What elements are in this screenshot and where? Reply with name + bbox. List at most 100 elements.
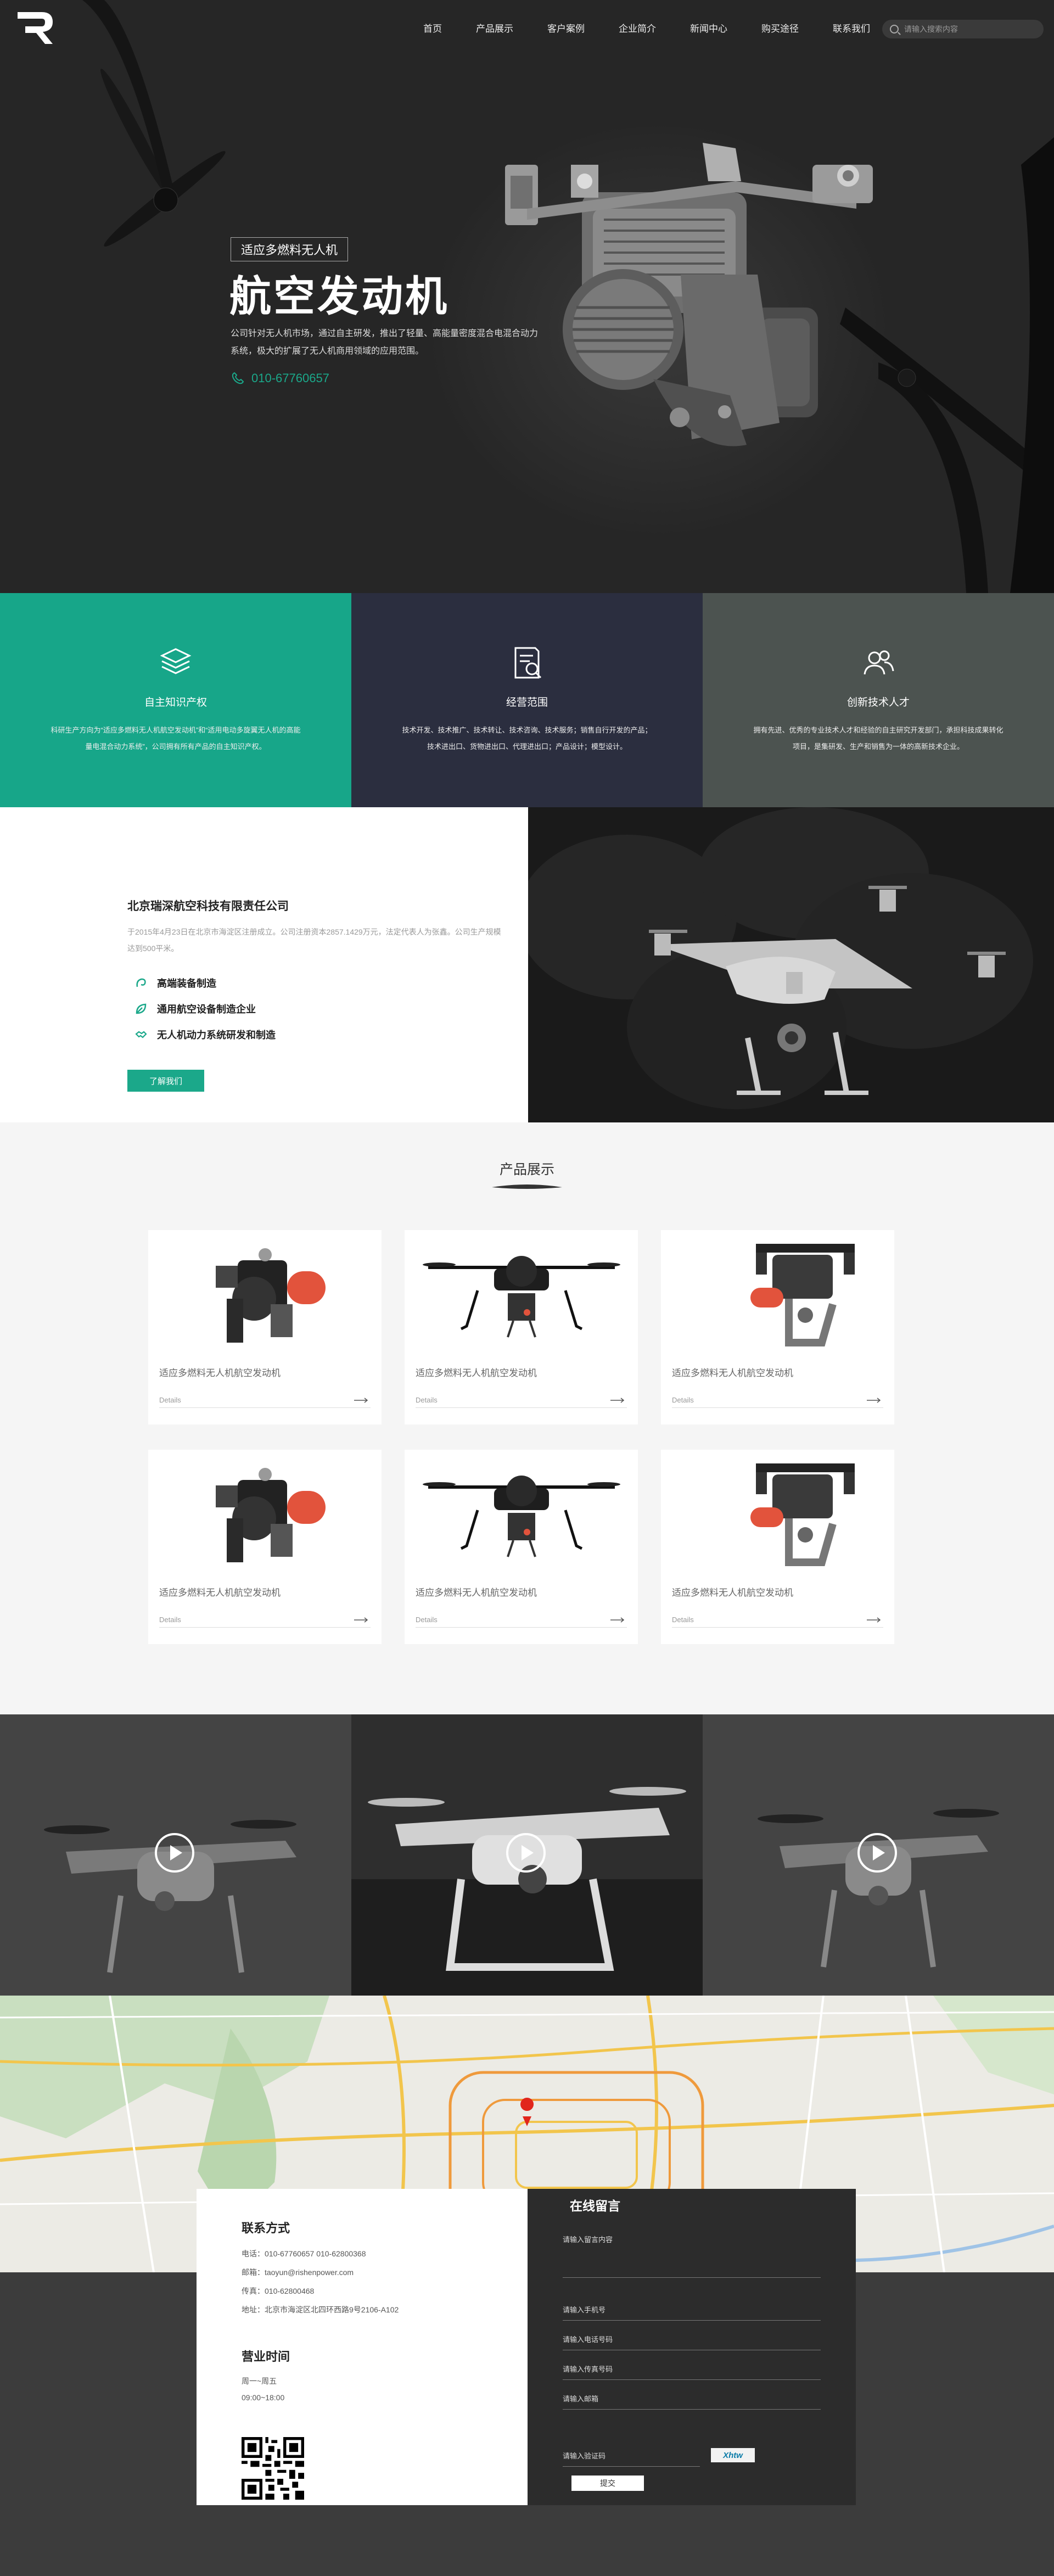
feature-title: 创新技术人才 [846,697,910,708]
product-card[interactable]: 适应多燃料无人机航空发动机 Details [405,1450,638,1644]
product-name: 适应多燃料无人机航空发动机 [672,1368,793,1378]
handshake-icon [135,1031,147,1038]
arrow-right-icon[interactable] [610,1397,625,1404]
nav-item-products[interactable]: 产品展示 [459,21,530,37]
title-divider [492,1184,562,1189]
product-details-link[interactable]: Details [159,1396,181,1404]
about-list: 高端装备制造 通用航空设备制造企业 无人机动力系统研发和制造 [135,970,276,1047]
nav-item-news[interactable]: 新闻中心 [673,21,744,37]
product-image [661,1230,894,1356]
company-desc: 于2015年4月23日在北京市海淀区注册成立。公司注册资本2857.1429万元… [127,927,501,953]
document-icon [514,647,542,679]
contact-address: 地址：北京市海淀区北四环西路9号2106-A102 [242,2305,399,2314]
nav-item-home[interactable]: 首页 [406,21,459,37]
product-image [405,1450,638,1576]
arrow-right-icon[interactable] [354,1397,368,1404]
product-card[interactable]: 适应多燃料无人机航空发动机 Details [661,1230,894,1424]
product-card[interactable]: 适应多燃料无人机航空发动机 Details [148,1450,382,1644]
about-section: 北京瑞深航空科技有限责任公司 于2015年4月23日在北京市海淀区注册成立。公司… [0,807,1054,1122]
product-name: 适应多燃料无人机航空发动机 [416,1588,537,1598]
layers-icon [160,648,192,674]
product-image [148,1230,382,1356]
mobile-field[interactable]: 请输入手机号 [563,2304,821,2321]
products-section: 产品展示 适应多燃料无人机航空发动机 Details 适应多燃料无人机航空发动机… [0,1122,1054,1714]
feature-scope: 经营范围 技术开发、技术推广、技术转让、技术咨询、技术服务；销售自行开发的产品；… [351,593,703,807]
play-button[interactable] [506,1833,546,1873]
contact-email: 邮箱：taoyun@rishenpower.com [242,2268,354,2277]
nav-item-about[interactable]: 企业简介 [602,21,673,37]
features-section: 自主知识产权 科研生产方向为“适应多燃料无人机航空发动机”和“适用电动多旋翼无人… [0,593,1054,807]
list-item: 高端装备制造 [135,970,276,996]
product-name: 适应多燃料无人机航空发动机 [416,1368,537,1378]
arrow-right-icon[interactable] [867,1617,881,1623]
hero-engine-image [82,0,1054,593]
arrow-right-icon[interactable] [867,1397,881,1404]
email-field[interactable]: 请输入邮箱 [563,2393,821,2410]
feature-desc: 拥有先进、优秀的专业技术人才和经验的自主研究开发部门，承担科技成果转化项目，是集… [753,726,1003,751]
contact-section: 联系方式 电话：010-67760657 010-62800368 邮箱：tao… [0,1996,1054,2576]
feature-title: 经营范围 [506,697,548,708]
about-us-button[interactable]: 了解我们 [127,1070,204,1092]
people-icon [864,650,894,675]
product-details-link[interactable]: Details [159,1616,181,1624]
feature-talent: 创新技术人才 拥有先进、优秀的专业技术人才和经验的自主研究开发部门，承担科技成果… [703,593,1054,807]
video-section [0,1714,1054,1996]
video-thumb[interactable] [0,1714,351,1996]
search-icon[interactable] [890,25,899,33]
product-card[interactable]: 适应多燃料无人机航空发动机 Details [148,1230,382,1424]
video-thumb[interactable] [703,1714,1054,1996]
message-title: 在线留言 [570,2199,620,2213]
product-details-link[interactable]: Details [672,1396,694,1404]
message-form: 在线留言 请输入留言内容 请输入手机号 请输入电话号码 请输入传真号码 请输入邮… [528,2189,856,2505]
contact-title: 联系方式 [242,2221,290,2235]
captcha-image[interactable]: Xhtw [711,2448,755,2462]
nav-item-purchase[interactable]: 购买途径 [744,21,816,37]
product-details-link[interactable]: Details [672,1616,694,1624]
company-logo[interactable] [14,10,56,45]
leaf-icon [136,1003,147,1014]
play-button[interactable] [155,1833,194,1873]
list-item: 通用航空设备制造企业 [135,996,276,1021]
hero-banner: URKE 首页 产品展示 客户案例 企业简介 新闻中心 购买途径 联系我们 适应… [0,0,1054,593]
list-item: 无人机动力系统研发和制造 [135,1021,276,1047]
hero-tag: 适应多燃料无人机 [231,237,349,261]
hours-title: 营业时间 [242,2350,290,2363]
product-details-link[interactable]: Details [416,1616,438,1624]
search-box [882,20,1044,38]
search-input[interactable] [904,25,1030,33]
phone-field[interactable]: 请输入电话号码 [563,2334,821,2350]
product-image [148,1450,382,1576]
nav-item-contact[interactable]: 联系我们 [816,21,887,37]
product-details-link[interactable]: Details [416,1396,438,1404]
products-title: 产品展示 [499,1162,554,1177]
product-card[interactable]: 适应多燃料无人机航空发动机 Details [405,1230,638,1424]
nav-item-cases[interactable]: 客户案例 [530,21,602,37]
product-card[interactable]: 适应多燃料无人机航空发动机 Details [661,1450,894,1644]
play-button[interactable] [857,1833,897,1873]
about-drone-image [528,807,1054,1122]
product-name: 适应多燃料无人机航空发动机 [159,1588,281,1598]
fax-field[interactable]: 请输入传真号码 [563,2363,821,2380]
phone-icon [232,372,244,384]
hero-title: 航空发动机 [229,273,449,320]
message-content-field[interactable]: 请输入留言内容 [563,2234,821,2278]
main-nav: 首页 产品展示 客户案例 企业简介 新闻中心 购买途径 联系我们 [406,21,887,37]
arrow-right-icon[interactable] [610,1617,625,1623]
hero-phone: 010-67760657 [231,371,329,385]
feature-desc: 技术开发、技术推广、技术转让、技术咨询、技术服务；销售自行开发的产品；技术进出口… [402,726,652,751]
feature-title: 自主知识产权 [144,697,207,708]
video-thumb[interactable] [351,1714,703,1996]
arrow-right-icon[interactable] [354,1617,368,1623]
contact-fax: 传真：010-62800468 [242,2287,315,2295]
product-image [405,1230,638,1356]
hero-description: 公司针对无人机市场，通过自主研发，推出了轻量、高能量密度混合电混合动力系统，极大… [231,329,539,356]
captcha-field[interactable]: 请输入验证码 [563,2450,700,2467]
product-name: 适应多燃料无人机航空发动机 [159,1368,281,1378]
feature-ip: 自主知识产权 科研生产方向为“适应多燃料无人机航空发动机”和“适用电动多旋翼无人… [0,593,351,807]
business-days: 周一~周五 [242,2377,277,2385]
hero-phone-number[interactable]: 010-67760657 [251,371,329,385]
product-name: 适应多燃料无人机航空发动机 [672,1588,793,1598]
business-hours: 09:00~18:00 [242,2393,285,2402]
submit-button[interactable]: 提交 [571,2476,644,2491]
logo-text: URKE [16,19,31,24]
